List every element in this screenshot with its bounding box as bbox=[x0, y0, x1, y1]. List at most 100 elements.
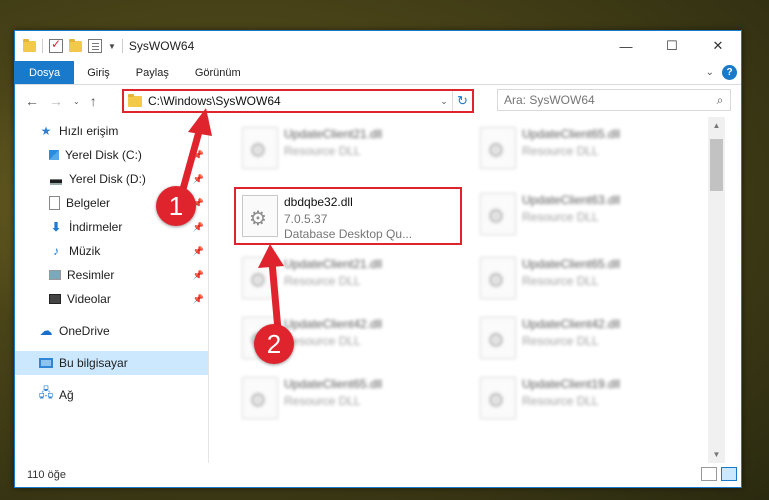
file-name: UpdateClient65.dll bbox=[522, 127, 621, 141]
pin-icon[interactable]: 📌 bbox=[193, 246, 204, 257]
tab-share[interactable]: Paylaş bbox=[123, 61, 182, 84]
sidebar-item-music[interactable]: ♪ Müzik 📌 bbox=[15, 239, 208, 263]
file-type: Resource DLL bbox=[284, 394, 361, 408]
annotation-badge-2: 2 bbox=[254, 324, 294, 364]
file-name: UpdateClient19.dll bbox=[522, 377, 621, 391]
back-arrow-icon[interactable]: ← bbox=[25, 93, 39, 109]
sidebar-item-label: Videolar bbox=[67, 292, 111, 306]
file-tile-dbdqbe32[interactable]: dbdqbe32.dll 7.0.5.37 Database Desktop Q… bbox=[234, 187, 462, 245]
file-type: Resource DLL bbox=[522, 334, 599, 348]
file-name: UpdateClient65.dll bbox=[522, 257, 621, 271]
pictures-icon bbox=[49, 270, 61, 280]
maximize-button[interactable]: ☐ bbox=[649, 31, 695, 61]
dll-file-icon bbox=[480, 317, 516, 359]
sidebar-item-label: Ağ bbox=[59, 388, 74, 402]
file-name: UpdateClient42.dll bbox=[284, 317, 383, 331]
title-bar: ▼ SysWOW64 — ☐ ✕ bbox=[15, 31, 741, 61]
search-icon[interactable]: ⌕ bbox=[710, 93, 730, 108]
close-button[interactable]: ✕ bbox=[695, 31, 741, 61]
sidebar-item-quick-access[interactable]: ★ Hızlı erişim bbox=[15, 119, 208, 143]
file-type: Resource DLL bbox=[522, 274, 599, 288]
star-icon: ★ bbox=[40, 124, 52, 138]
dll-file-icon bbox=[480, 377, 516, 419]
vertical-scrollbar[interactable]: ▲ ▼ bbox=[708, 117, 725, 463]
navigation-buttons: ← → ⌄ ↑ bbox=[15, 93, 121, 109]
address-dropdown-icon[interactable]: ⌄ bbox=[436, 96, 452, 107]
search-input[interactable] bbox=[504, 93, 710, 107]
sidebar-item-label: Yerel Disk (C:) bbox=[65, 148, 142, 162]
navigation-pane: ★ Hızlı erişim Yerel Disk (C:) 📌 ▬ Yerel… bbox=[15, 117, 209, 463]
sidebar-item-label: İndirmeler bbox=[69, 220, 123, 234]
sidebar-item-network[interactable]: 🖧 Ağ bbox=[15, 383, 208, 407]
folder-icon bbox=[23, 38, 36, 52]
scroll-thumb[interactable] bbox=[710, 139, 723, 191]
pin-icon[interactable]: 📌 bbox=[193, 150, 204, 161]
file-description: Database Desktop Qu... bbox=[284, 227, 413, 241]
sidebar-item-label: Müzik bbox=[69, 244, 101, 258]
tab-home[interactable]: Giriş bbox=[74, 61, 123, 84]
file-tile[interactable]: UpdateClient21.dll Resource DLL bbox=[236, 121, 456, 177]
file-name: UpdateClient21.dll bbox=[284, 127, 383, 141]
help-icon[interactable]: ? bbox=[722, 65, 737, 80]
dll-file-icon bbox=[480, 127, 516, 169]
tab-file[interactable]: Dosya bbox=[15, 61, 75, 84]
dll-file-icon bbox=[480, 193, 516, 235]
file-tile[interactable]: UpdateClient19.dll Resource DLL bbox=[474, 371, 694, 427]
file-name: UpdateClient65.dll bbox=[284, 377, 383, 391]
file-name: UpdateClient63.dll bbox=[522, 193, 621, 207]
sidebar-item-local-disk-c[interactable]: Yerel Disk (C:) 📌 bbox=[15, 143, 208, 167]
sidebar-item-pictures[interactable]: Resimler 📌 bbox=[15, 263, 208, 287]
status-bar: 110 öğe bbox=[15, 462, 741, 487]
network-icon: 🖧 bbox=[38, 385, 54, 400]
scroll-down-arrow-icon[interactable]: ▼ bbox=[708, 446, 725, 463]
up-arrow-icon[interactable]: ↑ bbox=[90, 93, 97, 109]
pin-icon[interactable]: 📌 bbox=[193, 294, 204, 305]
sidebar-item-videos[interactable]: Videolar 📌 bbox=[15, 287, 208, 311]
window-title: SysWOW64 bbox=[128, 39, 195, 53]
recent-locations-chevron-icon[interactable]: ⌄ bbox=[73, 97, 80, 106]
ribbon-right-controls: ⌄ ? bbox=[706, 65, 737, 80]
address-bar[interactable]: C:\Windows\SysWOW64 ⌄ ↻ bbox=[122, 89, 474, 113]
music-icon: ♪ bbox=[53, 244, 59, 258]
minimize-button[interactable]: — bbox=[603, 31, 649, 61]
expand-ribbon-chevron-icon[interactable]: ⌄ bbox=[706, 67, 714, 78]
sidebar-item-this-pc[interactable]: Bu bilgisayar bbox=[15, 351, 208, 375]
file-type: Resource DLL bbox=[284, 274, 361, 288]
properties-icon[interactable] bbox=[88, 39, 102, 53]
customize-toolbar-dropdown-icon[interactable]: ▼ bbox=[108, 42, 116, 51]
properties-check-icon[interactable] bbox=[49, 37, 63, 53]
quick-access-toolbar: ▼ bbox=[15, 37, 123, 53]
details-view-icon[interactable] bbox=[701, 467, 717, 481]
file-tile[interactable]: UpdateClient65.dll Resource DLL bbox=[236, 371, 456, 427]
sidebar-item-label: OneDrive bbox=[59, 324, 110, 338]
divider bbox=[121, 39, 123, 53]
window-controls: — ☐ ✕ bbox=[603, 31, 741, 61]
tab-view[interactable]: Görünüm bbox=[182, 61, 254, 84]
file-tile[interactable]: UpdateClient21.dll Resource DLL bbox=[236, 251, 456, 307]
new-folder-icon[interactable] bbox=[69, 38, 82, 52]
dll-file-icon bbox=[242, 127, 278, 169]
dll-file-icon bbox=[242, 377, 278, 419]
file-tile[interactable]: UpdateClient65.dll Resource DLL bbox=[474, 121, 694, 177]
file-name: dbdqbe32.dll bbox=[284, 195, 353, 209]
file-tile[interactable]: UpdateClient63.dll Resource DLL bbox=[474, 187, 694, 243]
file-tile[interactable]: UpdateClient42.dll Resource DLL bbox=[474, 311, 694, 367]
scroll-up-arrow-icon[interactable]: ▲ bbox=[708, 117, 725, 134]
refresh-icon[interactable]: ↻ bbox=[452, 91, 472, 111]
sidebar-item-label: Hızlı erişim bbox=[59, 124, 119, 138]
tiles-view-icon[interactable] bbox=[721, 467, 737, 481]
file-type: Resource DLL bbox=[522, 144, 599, 158]
sidebar-item-label: Belgeler bbox=[66, 196, 111, 210]
address-path[interactable]: C:\Windows\SysWOW64 bbox=[148, 94, 436, 108]
forward-arrow-icon[interactable]: → bbox=[49, 93, 63, 109]
pin-icon[interactable]: 📌 bbox=[193, 222, 204, 233]
ribbon-tabs: Dosya Giriş Paylaş Görünüm ⌄ ? bbox=[15, 61, 741, 85]
file-tile[interactable]: UpdateClient65.dll Resource DLL bbox=[474, 251, 694, 307]
sidebar-item-label: Bu bilgisayar bbox=[59, 356, 128, 370]
sidebar-item-label: Yerel Disk (D:) bbox=[69, 172, 146, 186]
search-box[interactable]: ⌕ bbox=[497, 89, 731, 111]
pin-icon[interactable]: 📌 bbox=[193, 174, 204, 185]
pin-icon[interactable]: 📌 bbox=[193, 270, 204, 281]
sidebar-item-onedrive[interactable]: ☁ OneDrive bbox=[15, 319, 208, 343]
explorer-window: ▼ SysWOW64 — ☐ ✕ Dosya Giriş Paylaş Görü… bbox=[14, 30, 742, 488]
